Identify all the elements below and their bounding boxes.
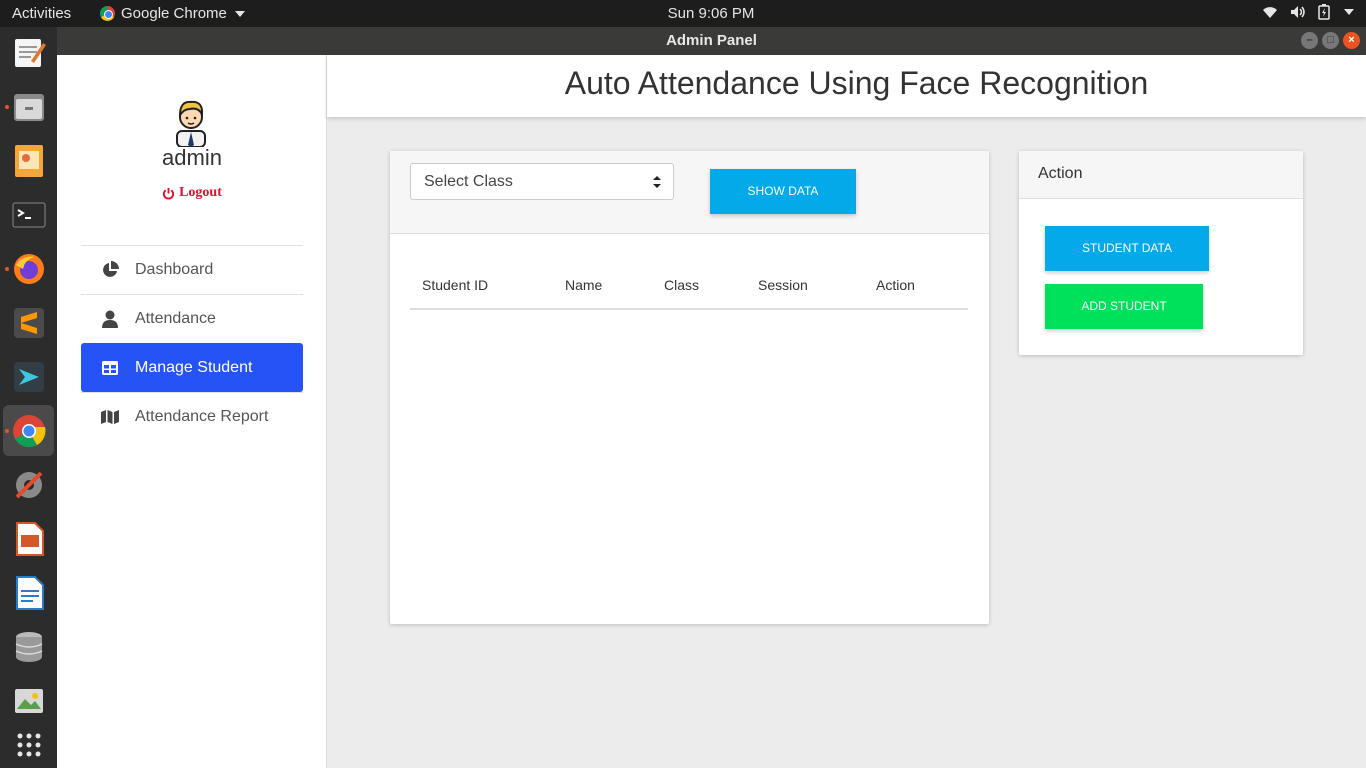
window-titlebar[interactable]: Admin Panel – □ ×: [57, 27, 1366, 55]
sidebar-item-attendance-report[interactable]: Attendance Report: [81, 392, 303, 441]
dock-firefox[interactable]: [3, 243, 54, 294]
sidebar-nav: Dashboard Attendance Manage Student Atte…: [81, 245, 303, 441]
database-icon: [15, 631, 42, 662]
photos-icon: [14, 688, 43, 713]
action-panel-title: Action: [1019, 151, 1303, 199]
pie-chart-icon: [101, 261, 119, 279]
window-controls: – □ ×: [1301, 32, 1360, 49]
page-title: Auto Attendance Using Face Recognition: [564, 65, 1149, 101]
running-indicator: [5, 429, 9, 433]
dock-impress[interactable]: [3, 513, 54, 564]
running-indicator: [5, 105, 9, 109]
student-table-card: Select Class SHOW DATA Student ID Name C…: [390, 151, 989, 624]
impress-icon: [15, 521, 44, 556]
username: admin: [162, 145, 222, 170]
settings-icon: [15, 471, 42, 498]
action-panel: Action STUDENT DATA ADD STUDENT: [1019, 151, 1303, 355]
files-icon: [13, 93, 44, 121]
chrome-icon: [12, 414, 45, 447]
show-applications-button[interactable]: [3, 719, 54, 768]
dock-text-editor[interactable]: [3, 27, 54, 78]
dock-remote-desktop[interactable]: [3, 351, 54, 402]
student-table: Student ID Name Class Session Action: [410, 261, 968, 310]
show-data-button[interactable]: SHOW DATA: [710, 169, 856, 214]
volume-icon: [1291, 6, 1305, 18]
sidebar-item-manage-student[interactable]: Manage Student: [81, 343, 303, 392]
logout-link[interactable]: Logout: [57, 185, 327, 201]
table-header-row: Student ID Name Class Session Action: [410, 261, 968, 310]
user-icon: [101, 310, 119, 328]
battery-icon: [1318, 4, 1330, 20]
close-button[interactable]: ×: [1343, 32, 1360, 49]
chevron-down-icon: [1344, 9, 1354, 15]
terminal-icon: [12, 202, 45, 227]
remote-desktop-icon: [13, 361, 44, 392]
dock-sublime-text[interactable]: [3, 297, 54, 348]
sublime-text-icon: [13, 307, 44, 338]
map-icon: [101, 408, 119, 426]
column-header-name[interactable]: Name: [553, 261, 652, 310]
add-student-button[interactable]: ADD STUDENT: [1045, 284, 1203, 329]
dock-files[interactable]: [3, 81, 54, 132]
sidebar-item-label: Dashboard: [135, 261, 214, 278]
dock-terminal[interactable]: [3, 189, 54, 240]
sidebar: admin Logout Dashboard Attendance Manage…: [57, 55, 327, 768]
window-title: Admin Panel: [666, 32, 757, 49]
system-top-bar: Activities Google Chrome Sun 9:06 PM: [0, 0, 1366, 27]
class-select[interactable]: Select Class: [410, 163, 674, 200]
column-header-action[interactable]: Action: [864, 261, 968, 310]
avatar: [176, 100, 206, 147]
running-indicator: [5, 267, 9, 271]
wifi-icon: [1263, 7, 1277, 18]
sidebar-item-label: Attendance Report: [135, 408, 269, 425]
firefox-icon: [13, 253, 44, 284]
student-data-button[interactable]: STUDENT DATA: [1045, 226, 1209, 271]
dock-writer[interactable]: [3, 567, 54, 618]
column-header-student-id[interactable]: Student ID: [410, 261, 553, 310]
select-arrows-icon: [653, 176, 661, 188]
column-header-session[interactable]: Session: [746, 261, 864, 310]
dock-database[interactable]: [3, 621, 54, 672]
table-icon: [101, 359, 119, 377]
dock-image-viewer[interactable]: [3, 135, 54, 186]
power-icon: [163, 187, 175, 199]
text-editor-icon: [14, 38, 46, 67]
image-viewer-icon: [14, 144, 43, 177]
card-header: Select Class SHOW DATA: [390, 151, 989, 234]
writer-icon: [15, 575, 44, 610]
page-header: Auto Attendance Using Face Recognition: [327, 55, 1366, 117]
column-header-class[interactable]: Class: [652, 261, 746, 310]
logout-label: Logout: [179, 185, 222, 200]
clock[interactable]: Sun 9:06 PM: [0, 5, 1366, 22]
dock-chrome[interactable]: [3, 405, 54, 456]
dock-settings[interactable]: [3, 459, 54, 510]
grid-icon: [17, 733, 40, 756]
sidebar-item-dashboard[interactable]: Dashboard: [81, 245, 303, 294]
sidebar-item-label: Attendance: [135, 310, 216, 327]
maximize-button[interactable]: □: [1322, 32, 1339, 49]
minimize-button[interactable]: –: [1301, 32, 1318, 49]
class-select-value: Select Class: [424, 173, 513, 190]
sidebar-item-attendance[interactable]: Attendance: [81, 294, 303, 343]
dock: [0, 27, 57, 768]
system-tray[interactable]: [1262, 4, 1354, 20]
sidebar-item-label: Manage Student: [135, 358, 253, 376]
